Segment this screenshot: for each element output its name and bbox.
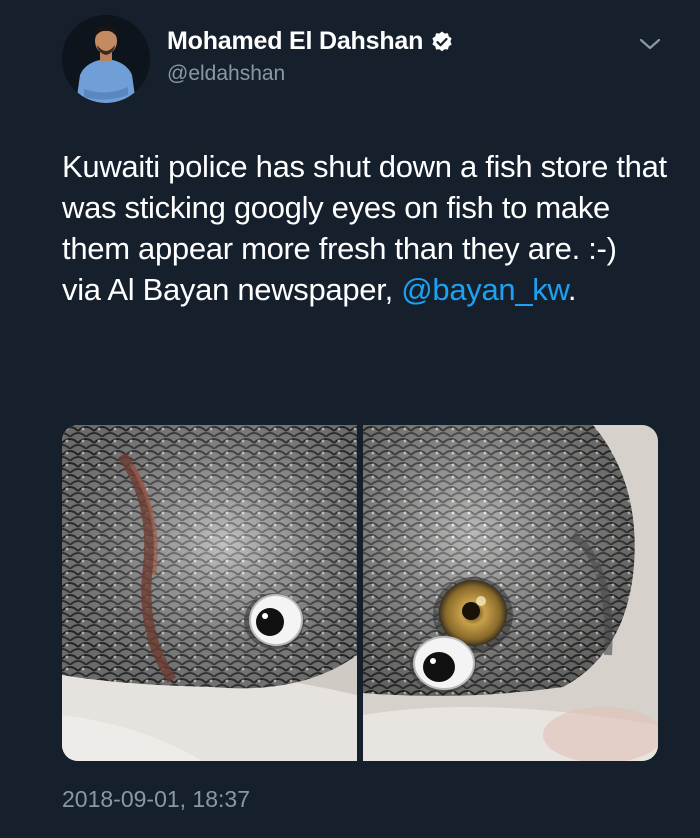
chevron-down-icon[interactable]: [638, 36, 662, 52]
tweet-main-text: Kuwaiti police has shut down a fish stor…: [62, 149, 667, 266]
verified-badge-icon: [430, 30, 454, 54]
photo-right[interactable]: [363, 425, 658, 761]
media-grid: [62, 425, 658, 761]
tweet-text: Kuwaiti police has shut down a fish stor…: [62, 146, 672, 310]
person-avatar-icon: [62, 15, 150, 103]
author-names: Mohamed El Dahshan @eldahshan: [167, 27, 454, 86]
timestamp[interactable]: 2018-09-01, 18:37: [62, 786, 250, 813]
via-line: via Al Bayan newspaper, @bayan_kw.: [62, 269, 672, 310]
tweet-card: Mohamed El Dahshan @eldahshan Kuwaiti po…: [0, 0, 700, 838]
photo-left[interactable]: [62, 425, 357, 761]
via-suffix: .: [567, 272, 577, 307]
via-prefix: via Al Bayan newspaper,: [62, 272, 402, 307]
fish-photo-right: [363, 425, 658, 761]
fish-photo-left: [62, 425, 357, 761]
mention-link[interactable]: @bayan_kw: [401, 272, 568, 307]
avatar[interactable]: [62, 15, 150, 103]
display-name[interactable]: Mohamed El Dahshan: [167, 27, 423, 56]
handle[interactable]: @eldahshan: [167, 62, 454, 86]
display-name-row: Mohamed El Dahshan: [167, 27, 454, 56]
